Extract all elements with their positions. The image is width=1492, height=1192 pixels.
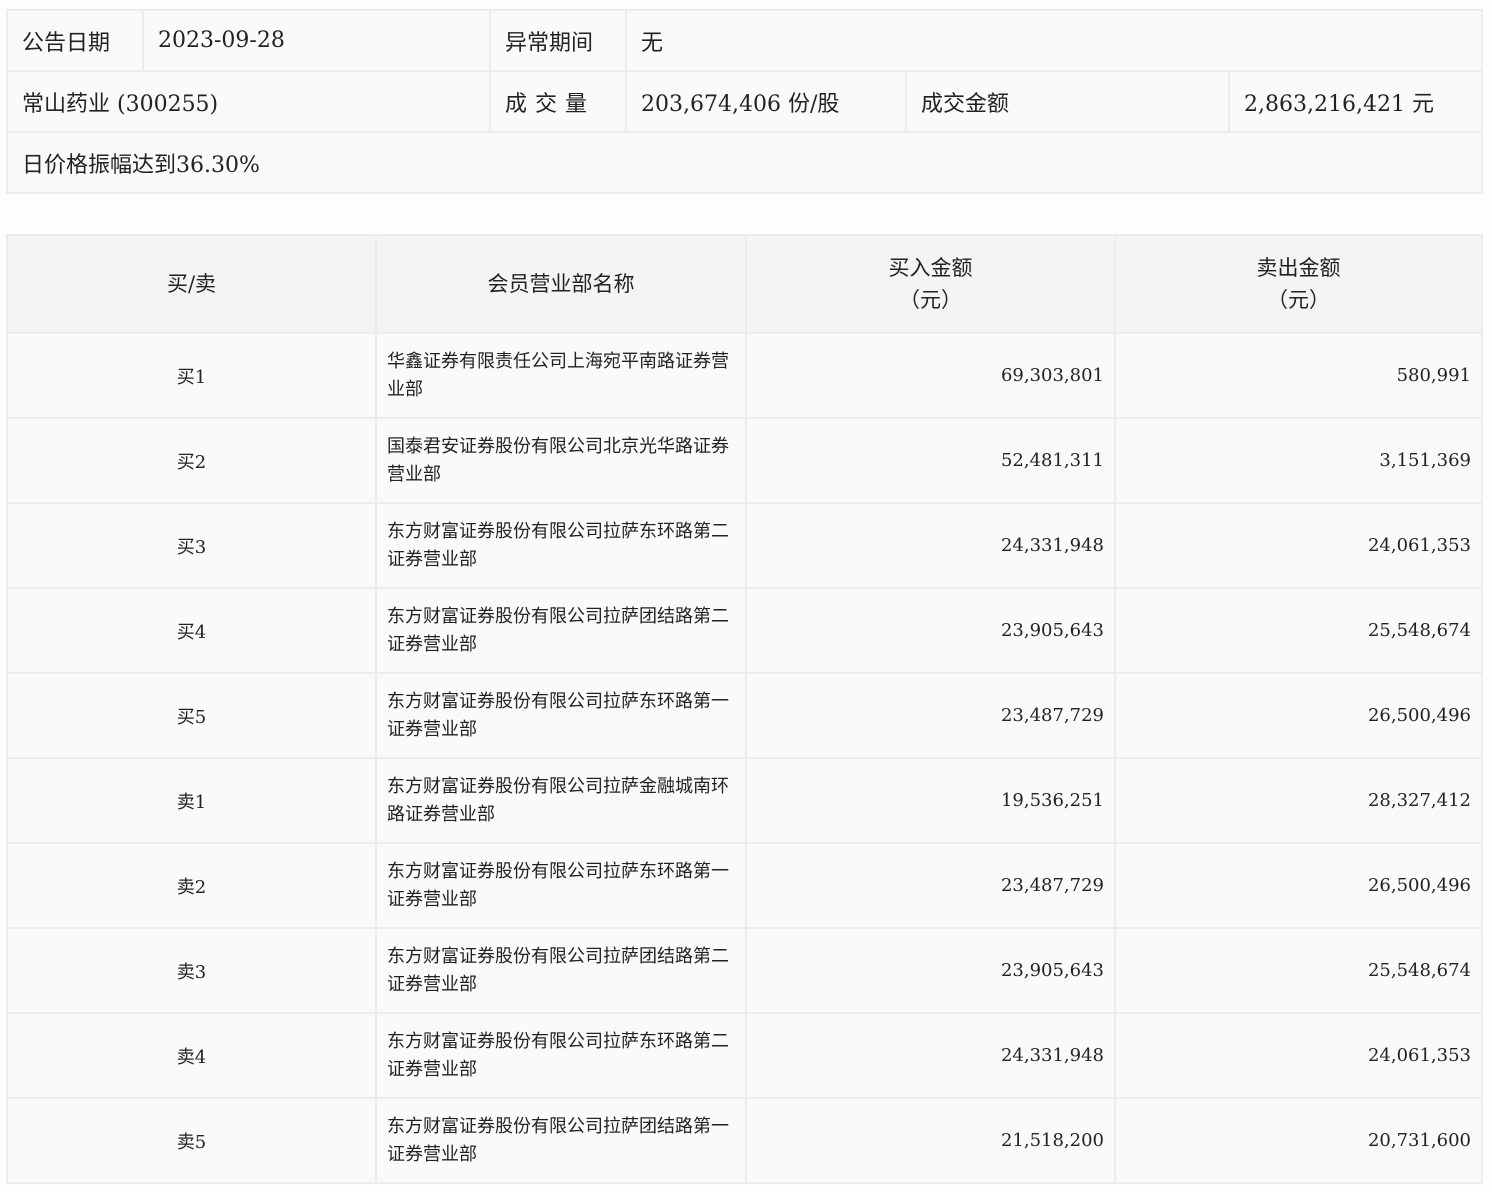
table-row: 买2 国泰君安证券股份有限公司北京光华路证券营业部 52,481,311 3,151,…	[6, 417, 1483, 504]
header-sell-label: 卖出金额	[1256, 256, 1341, 280]
broker-name: 东方财富证券股份有限公司拉萨团结路第一证券营业部	[375, 1097, 747, 1184]
reason: 日价格振幅达到36.30%	[6, 131, 1483, 194]
header-sell: 卖出金额 （元）	[1114, 234, 1483, 334]
table-row: 卖1 东方财富证券股份有限公司拉萨金融城南环路证券营业部 19,536,251 28,…	[6, 757, 1483, 844]
broker-name: 东方财富证券股份有限公司拉萨团结路第二证券营业部	[375, 927, 747, 1014]
header-buy-label: 买入金额	[888, 256, 973, 280]
broker-name: 东方财富证券股份有限公司拉萨团结路第二证券营业部	[375, 587, 747, 674]
buy-amount: 21,518,200	[745, 1097, 1116, 1184]
summary-row: 公告日期 2023-09-28 异常期间 无	[6, 9, 1483, 72]
table-row: 卖3 东方财富证券股份有限公司拉萨团结路第二证券营业部 23,905,643 25,5…	[6, 927, 1483, 1014]
header-buy: 买入金额 （元）	[745, 234, 1116, 334]
broker-name: 东方财富证券股份有限公司拉萨东环路第一证券营业部	[375, 672, 747, 759]
buy-amount: 69,303,801	[745, 332, 1116, 419]
sell-amount: 580,991	[1114, 332, 1483, 419]
buy-amount: 23,905,643	[745, 927, 1116, 1014]
table-row: 买3 东方财富证券股份有限公司拉萨东环路第二证券营业部 24,331,948 24,0…	[6, 502, 1483, 589]
side: 卖3	[6, 927, 377, 1014]
sell-amount: 26,500,496	[1114, 842, 1483, 929]
broker-name: 东方财富证券股份有限公司拉萨东环路第一证券营业部	[375, 842, 747, 929]
broker-name: 东方财富证券股份有限公司拉萨东环路第二证券营业部	[375, 502, 747, 589]
table-row: 卖2 东方财富证券股份有限公司拉萨东环路第一证券营业部 23,487,729 26,5…	[6, 842, 1483, 929]
table-row: 卖5 东方财富证券股份有限公司拉萨团结路第一证券营业部 21,518,200 20,7…	[6, 1097, 1483, 1184]
side: 卖1	[6, 757, 377, 844]
side: 卖2	[6, 842, 377, 929]
table-row: 买5 东方财富证券股份有限公司拉萨东环路第一证券营业部 23,487,729 26,5…	[6, 672, 1483, 759]
side: 买3	[6, 502, 377, 589]
sell-amount: 28,327,412	[1114, 757, 1483, 844]
side: 卖5	[6, 1097, 377, 1184]
period-label: 异常期间	[489, 9, 627, 72]
volume-label: 成交量	[489, 70, 627, 133]
table-header: 买/卖 会员营业部名称 买入金额 （元） 卖出金额 （元）	[6, 234, 1483, 334]
amount-label: 成交金额	[905, 70, 1230, 133]
stock-name: 常山药业 (300255)	[6, 70, 491, 133]
side: 买2	[6, 417, 377, 504]
side: 买4	[6, 587, 377, 674]
buy-amount: 24,331,948	[745, 502, 1116, 589]
table-row: 卖4 东方财富证券股份有限公司拉萨东环路第二证券营业部 24,331,948 24,0…	[6, 1012, 1483, 1099]
buy-amount: 52,481,311	[745, 417, 1116, 504]
side: 买1	[6, 332, 377, 419]
sell-amount: 24,061,353	[1114, 502, 1483, 589]
header-buy-unit: （元）	[899, 288, 962, 312]
date-value: 2023-09-28	[142, 9, 491, 72]
buy-amount: 19,536,251	[745, 757, 1116, 844]
side: 买5	[6, 672, 377, 759]
buy-amount: 23,905,643	[745, 587, 1116, 674]
summary-table: 公告日期 2023-09-28 异常期间 无 常山药业 (300255) 成交量…	[6, 9, 1483, 194]
summary-row: 日价格振幅达到36.30%	[6, 131, 1483, 194]
broker-name: 东方财富证券股份有限公司拉萨东环路第二证券营业部	[375, 1012, 747, 1099]
side: 卖4	[6, 1012, 377, 1099]
buy-amount: 23,487,729	[745, 672, 1116, 759]
date-label: 公告日期	[6, 9, 144, 72]
header-sell-unit: （元）	[1267, 288, 1330, 312]
buy-amount: 23,487,729	[745, 842, 1116, 929]
broker-name: 东方财富证券股份有限公司拉萨金融城南环路证券营业部	[375, 757, 747, 844]
sell-amount: 24,061,353	[1114, 1012, 1483, 1099]
buy-amount: 24,331,948	[745, 1012, 1116, 1099]
sell-amount: 20,731,600	[1114, 1097, 1483, 1184]
table-row: 买4 东方财富证券股份有限公司拉萨团结路第二证券营业部 23,905,643 25,5…	[6, 587, 1483, 674]
broker-name: 国泰君安证券股份有限公司北京光华路证券营业部	[375, 417, 747, 504]
volume-value: 203,674,406 份/股	[625, 70, 907, 133]
summary-row: 常山药业 (300255) 成交量 203,674,406 份/股 成交金额 2…	[6, 70, 1483, 133]
header-name: 会员营业部名称	[375, 234, 747, 334]
amount-value: 2,863,216,421 元	[1228, 70, 1483, 133]
broker-table: 买/卖 会员营业部名称 买入金额 （元） 卖出金额 （元） 买1 华鑫证券有限责任公司…	[6, 234, 1483, 1184]
sell-amount: 26,500,496	[1114, 672, 1483, 759]
sell-amount: 3,151,369	[1114, 417, 1483, 504]
sell-amount: 25,548,674	[1114, 587, 1483, 674]
broker-name: 华鑫证券有限责任公司上海宛平南路证券营业部	[375, 332, 747, 419]
table-row: 买1 华鑫证券有限责任公司上海宛平南路证券营业部 69,303,801 580,991	[6, 332, 1483, 419]
sell-amount: 25,548,674	[1114, 927, 1483, 1014]
period-value: 无	[625, 9, 1483, 72]
header-side: 买/卖	[6, 234, 377, 334]
